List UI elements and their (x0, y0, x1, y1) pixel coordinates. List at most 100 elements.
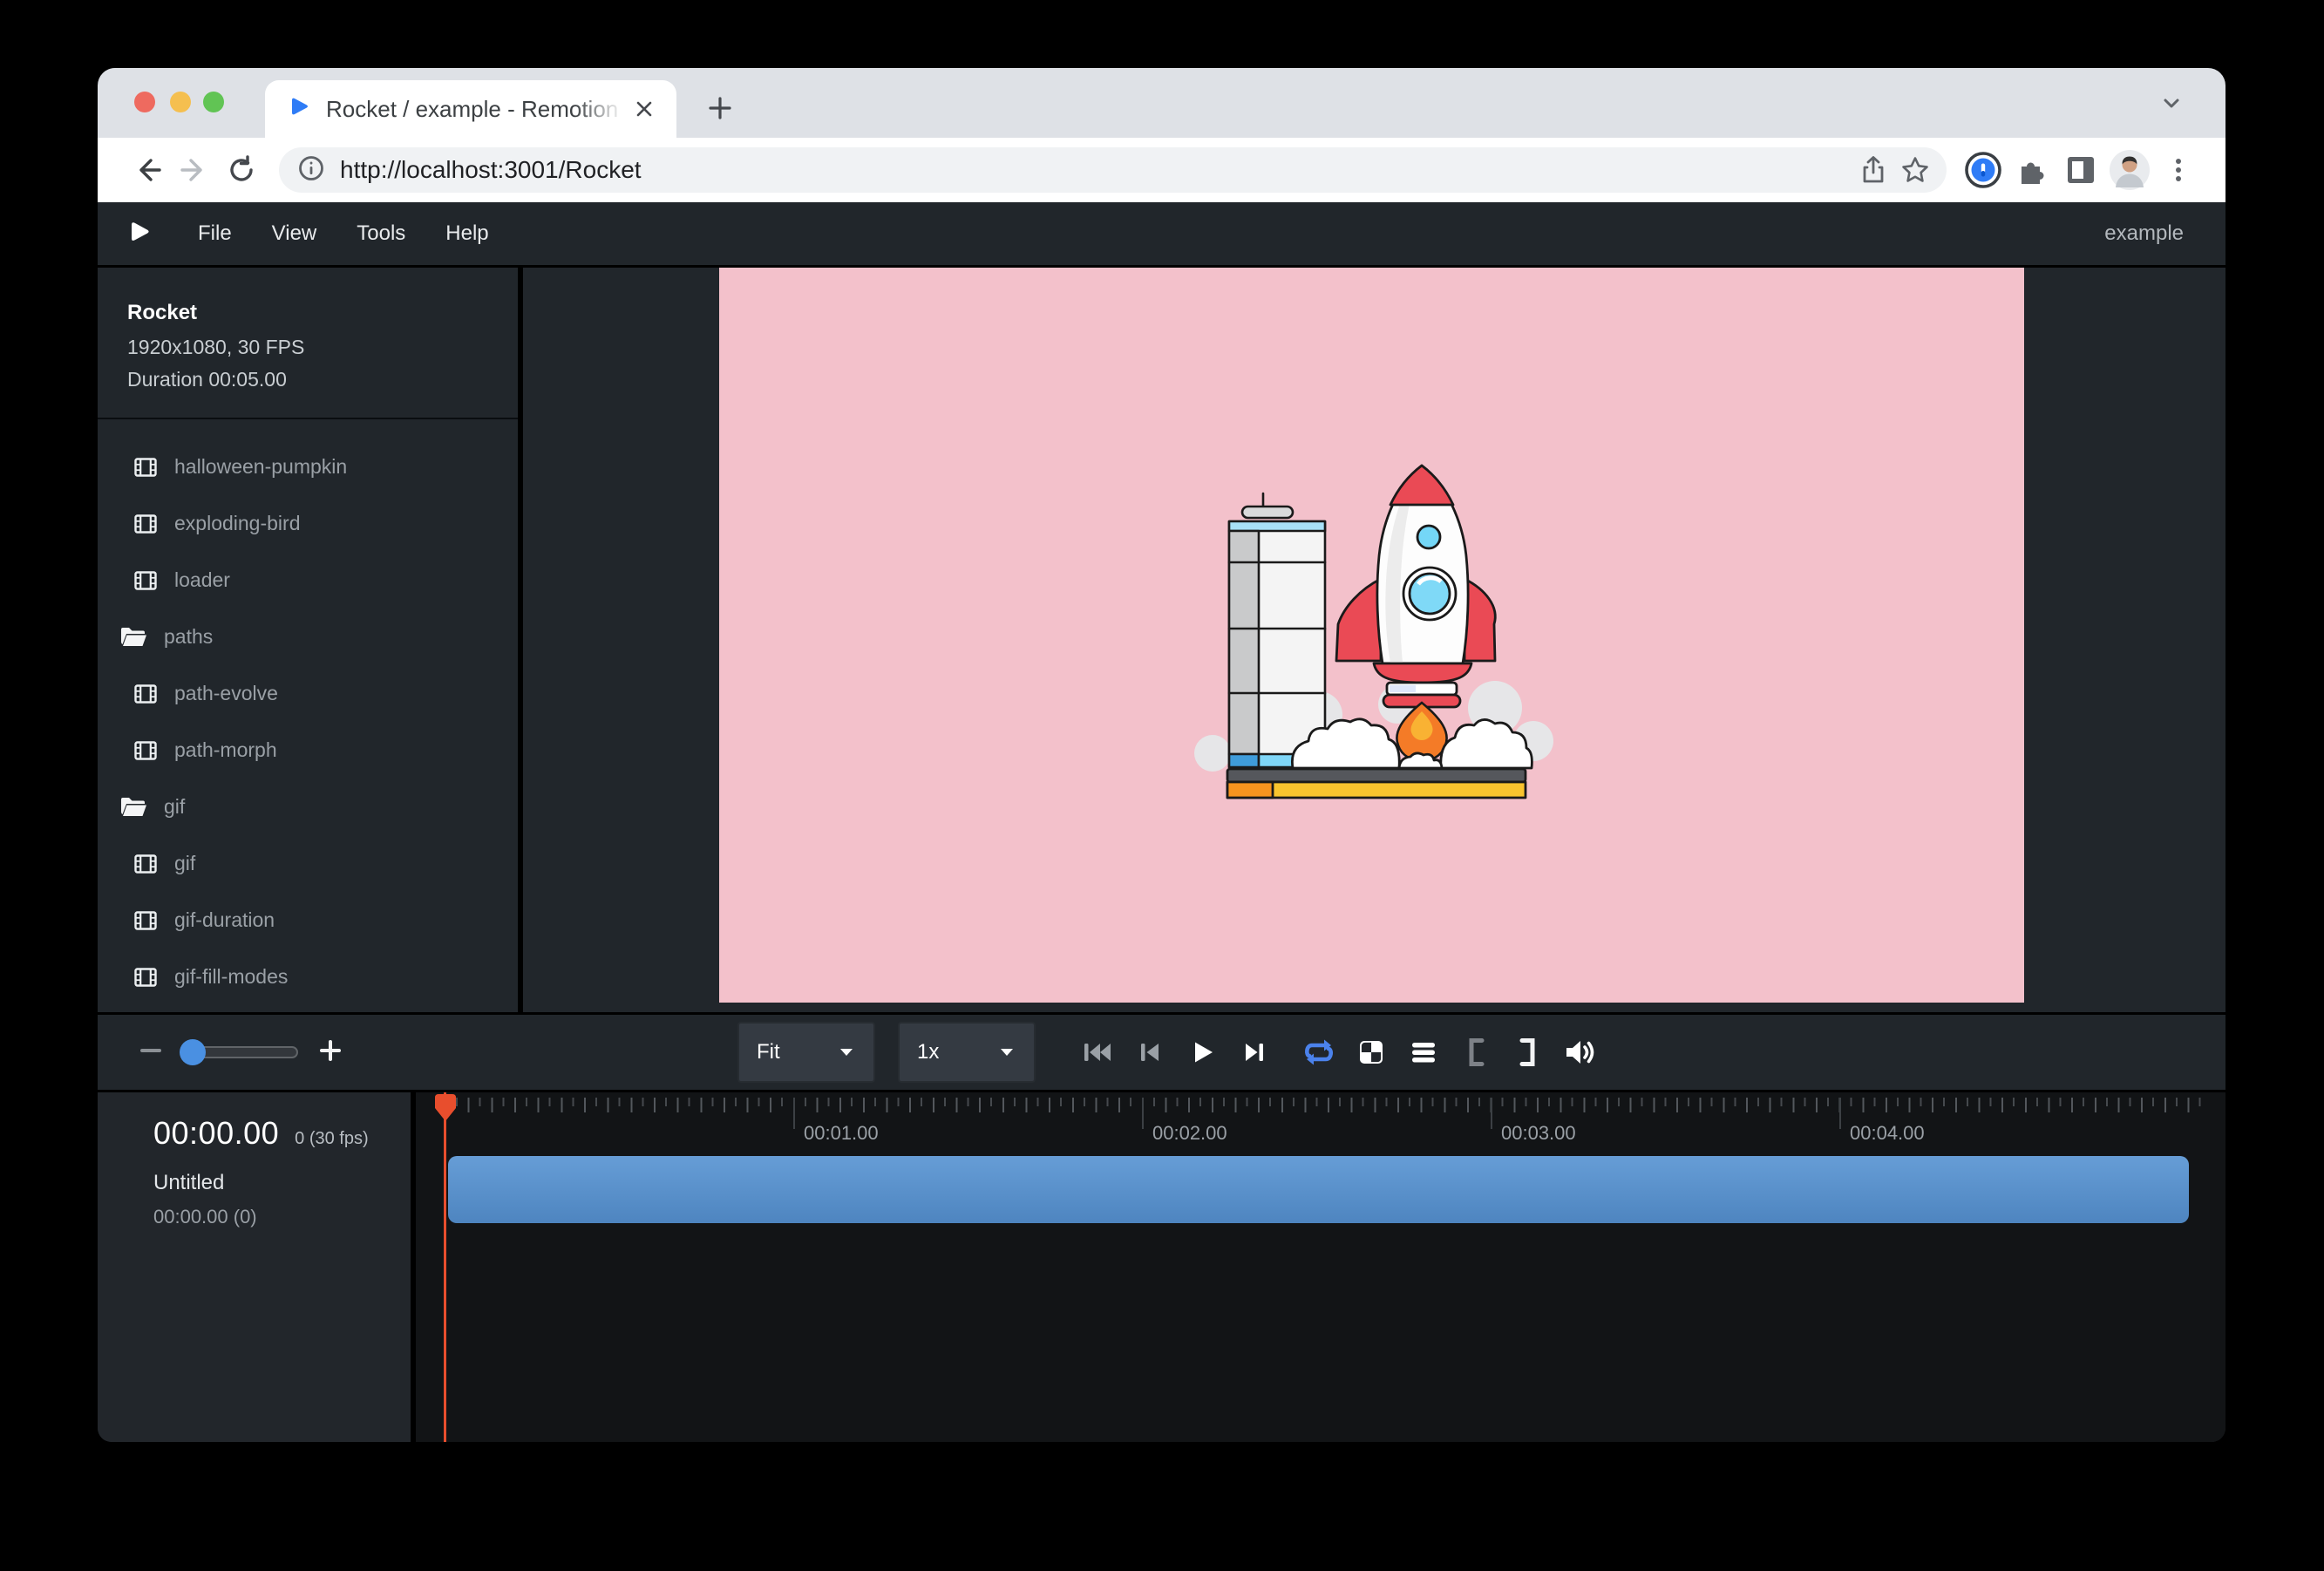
traffic-light-close[interactable] (134, 92, 155, 112)
url-text[interactable]: http://localhost:3001/Rocket (340, 156, 1852, 184)
menu-item-view[interactable]: View (252, 213, 337, 255)
track-name: Untitled (153, 1171, 411, 1195)
film-icon (133, 568, 158, 593)
transport-controls (1079, 1034, 1599, 1071)
folder-open-icon (119, 796, 147, 819)
tab-search-chevron-icon[interactable] (2159, 92, 2184, 118)
track-start-time: 00:00.00 (0) (153, 1206, 411, 1228)
timeline-info-panel: 00:00.00 0 (30 fps) Untitled 00:00.00 (0… (98, 1092, 416, 1442)
size-dropdown-value: Fit (757, 1040, 780, 1064)
browser-menu-dots-icon[interactable] (2154, 146, 2203, 194)
in-point-bracket-icon[interactable] (1458, 1034, 1494, 1071)
browser-window: Rocket / example - Remotion Pr http://lo… (98, 68, 2225, 1442)
folder-open-icon (119, 626, 147, 649)
menu-item-file[interactable]: File (178, 213, 252, 255)
current-timecode: 00:00.00 (153, 1115, 279, 1152)
sidebar-item-label: loader (174, 568, 230, 592)
sidebar-extension-icon[interactable] (2056, 146, 2105, 194)
sidebar-composition-halloween-pumpkin[interactable]: halloween-pumpkin (98, 439, 518, 495)
profile-avatar[interactable] (2105, 146, 2154, 194)
tab-title: Rocket / example - Remotion Pr (326, 96, 629, 123)
sidebar-folder-gif[interactable]: gif (98, 779, 518, 835)
preview-area (523, 268, 2225, 1012)
sidebar-composition-path-morph[interactable]: path-morph (98, 722, 518, 779)
bookmark-star-icon[interactable] (1894, 149, 1936, 191)
sidebar-item-label: gif-duration (174, 908, 275, 932)
size-dropdown[interactable]: Fit (737, 1022, 875, 1083)
traffic-light-zoom[interactable] (203, 92, 224, 112)
browser-tab[interactable]: Rocket / example - Remotion Pr (265, 80, 676, 138)
timeline-rows-icon[interactable] (1405, 1034, 1442, 1071)
playback-toolbar: Fit 1x (98, 1012, 2225, 1092)
sidebar-item-label: gif (164, 795, 185, 819)
ruler-frame-ticks-minor (456, 1098, 2205, 1106)
ruler-time-label: 00:02.00 (1152, 1122, 1227, 1145)
share-icon[interactable] (1852, 149, 1894, 191)
video-canvas[interactable] (719, 268, 2024, 1003)
previous-frame-icon[interactable] (1131, 1034, 1168, 1071)
next-frame-icon[interactable] (1236, 1034, 1273, 1071)
sidebar-composition-path-evolve[interactable]: path-evolve (98, 665, 518, 722)
sidebar-composition-gif-fill-modes[interactable]: gif-fill-modes (98, 949, 518, 1005)
current-frame-info: 0 (30 fps) (295, 1129, 368, 1149)
traffic-light-minimize[interactable] (170, 92, 191, 112)
film-icon (133, 682, 158, 706)
menu-item-tools[interactable]: Tools (336, 213, 425, 255)
zoom-in-icon[interactable] (317, 1037, 343, 1068)
sequence-track-bar[interactable] (448, 1156, 2189, 1223)
sidebar-composition-gif[interactable]: gif (98, 835, 518, 892)
ruler-second-tick (1839, 1098, 1841, 1129)
ruler-time-label: 00:01.00 (804, 1122, 879, 1145)
speed-dropdown[interactable]: 1x (898, 1022, 1036, 1083)
remotion-logo-icon[interactable] (127, 219, 152, 249)
remotion-menu-bar: FileViewToolsHelp example (98, 202, 2225, 268)
playhead-line[interactable] (444, 1092, 446, 1442)
film-icon (133, 908, 158, 933)
ruler-time-label: 00:04.00 (1850, 1122, 1925, 1145)
rocket-illustration (1188, 452, 1554, 818)
sidebar-item-label: path-evolve (174, 682, 278, 705)
zoom-slider-thumb[interactable] (180, 1039, 206, 1065)
loop-icon[interactable] (1301, 1034, 1337, 1071)
playhead-handle[interactable] (433, 1092, 458, 1128)
transparency-checkerboard-icon[interactable] (1353, 1034, 1390, 1071)
forward-icon[interactable] (171, 146, 218, 194)
timeline-tracks[interactable]: 00:01.00 00:02.00 00:03.00 00:04.00 (416, 1092, 2225, 1442)
chevron-down-icon (997, 1045, 1016, 1059)
sidebar-folder-paths[interactable]: paths (98, 609, 518, 665)
sidebar-item-label: gif (174, 852, 195, 875)
menu-item-help[interactable]: Help (425, 213, 508, 255)
ruler-time-label: 00:03.00 (1501, 1122, 1576, 1145)
timeline-zoom-control (138, 1037, 343, 1068)
composition-duration: Duration 00:05.00 (127, 368, 500, 391)
skip-to-start-icon[interactable] (1079, 1034, 1116, 1071)
extensions-puzzle-icon[interactable] (2008, 146, 2056, 194)
back-icon[interactable] (124, 146, 171, 194)
compositions-sidebar: Rocket 1920x1080, 30 FPS Duration 00:05.… (98, 268, 523, 1012)
volume-icon[interactable] (1562, 1034, 1599, 1071)
new-tab-button[interactable] (699, 87, 741, 129)
reload-icon[interactable] (218, 146, 265, 194)
sidebar-composition-exploding-bird[interactable]: exploding-bird (98, 495, 518, 552)
film-icon (133, 455, 158, 479)
sidebar-item-label: halloween-pumpkin (174, 455, 347, 479)
sidebar-composition-loader[interactable]: loader (98, 552, 518, 609)
sidebar-composition-gif-duration[interactable]: gif-duration (98, 892, 518, 949)
ruler-second-tick (1491, 1098, 1492, 1129)
play-icon[interactable] (1184, 1034, 1220, 1071)
address-field[interactable]: http://localhost:3001/Rocket (279, 147, 1947, 193)
site-info-icon[interactable] (296, 153, 326, 187)
onepassword-extension-icon[interactable] (1959, 146, 2008, 194)
zoom-out-icon[interactable] (138, 1037, 164, 1068)
film-icon (133, 852, 158, 876)
sidebar-item-label: gif-fill-modes (174, 965, 288, 989)
composition-info: Rocket 1920x1080, 30 FPS Duration 00:05.… (98, 268, 518, 391)
out-point-bracket-icon[interactable] (1510, 1034, 1546, 1071)
ruler-second-tick (793, 1098, 795, 1129)
chevron-down-icon (837, 1045, 856, 1059)
film-icon (133, 965, 158, 990)
tab-close-icon[interactable] (629, 94, 659, 124)
tab-bar: Rocket / example - Remotion Pr (98, 68, 2225, 138)
zoom-slider[interactable] (183, 1046, 298, 1058)
composition-list: halloween-pumpkin exploding-bird loader pat… (98, 419, 518, 1012)
